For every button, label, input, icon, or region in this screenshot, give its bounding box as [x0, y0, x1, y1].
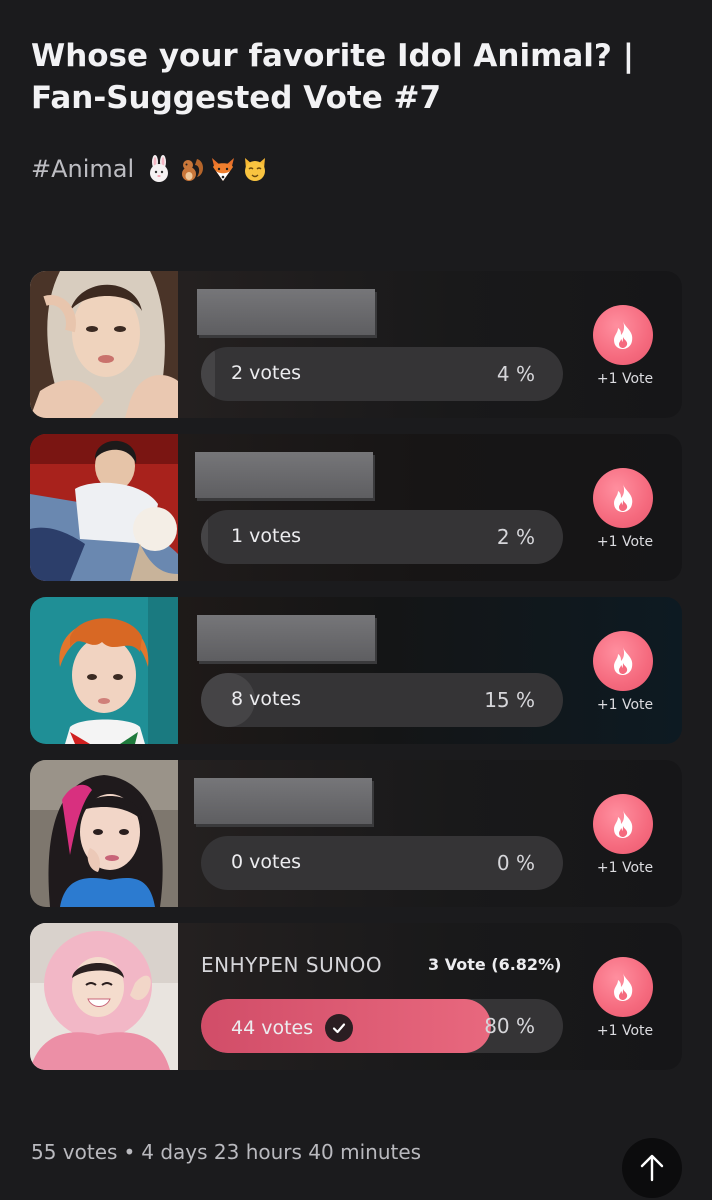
vote-button-label: +1 Vote	[596, 860, 654, 876]
vote-button-label: +1 Vote	[596, 697, 654, 713]
poll-tag-row: #Animal	[31, 154, 270, 184]
flame-icon	[614, 973, 633, 1001]
option-result-bar[interactable]: 44 votes 80 %	[201, 999, 563, 1053]
plus-one-vote-button[interactable]	[593, 631, 653, 691]
vote-button-label: +1 Vote	[596, 534, 654, 550]
poll-tag: #Animal	[31, 155, 135, 183]
plus-one-vote-button[interactable]	[593, 957, 653, 1017]
plus-one-vote-button[interactable]	[593, 794, 653, 854]
poll-option-card-selected: ENHYPEN SUNOO 3 Vote (6.82%) 44 votes 80…	[30, 923, 682, 1070]
redacted-idol-name	[195, 452, 373, 498]
squirrel-icon	[176, 154, 206, 184]
flame-icon	[614, 647, 633, 675]
idol-photo	[30, 434, 178, 581]
redacted-idol-name	[194, 778, 372, 824]
option-result-bar[interactable]: 1 votes 2 %	[201, 510, 563, 564]
option-percent: 4 %	[496, 362, 535, 386]
plus-one-vote-button[interactable]	[593, 468, 653, 528]
option-votes: 0 votes	[231, 851, 302, 873]
poll-option-card: 2 votes 4 % +1 Vote	[30, 271, 682, 418]
rabbit-icon	[144, 154, 174, 184]
option-votes: 44 votes	[231, 1017, 314, 1039]
separator: •	[123, 1140, 136, 1164]
flame-icon	[614, 810, 633, 838]
time-remaining: 4 days 23 hours 40 minutes	[141, 1140, 422, 1164]
cat-icon	[240, 154, 270, 184]
poll-option-card: 8 votes 15 % +1 Vote	[30, 597, 682, 744]
flame-icon	[614, 321, 633, 349]
option-votes: 8 votes	[231, 688, 302, 710]
poll-option-card: 1 votes 2 % +1 Vote	[30, 434, 682, 581]
option-result-bar[interactable]: 2 votes 4 %	[201, 347, 563, 401]
idol-photo	[30, 597, 178, 744]
my-vote-count: 3 Vote (6.82%)	[428, 955, 562, 974]
option-result-bar[interactable]: 8 votes 15 %	[201, 673, 563, 727]
option-percent: 80 %	[484, 1014, 535, 1038]
arrow-up-icon	[640, 1154, 664, 1182]
plus-one-vote-button[interactable]	[593, 305, 653, 365]
flame-icon	[614, 484, 633, 512]
idol-photo	[30, 923, 178, 1070]
option-percent: 2 %	[496, 525, 535, 549]
poll-option-card: 0 votes 0 % +1 Vote	[30, 760, 682, 907]
option-result-fill	[201, 347, 216, 401]
option-result-bar[interactable]: 0 votes 0 %	[201, 836, 563, 890]
scroll-to-top-button[interactable]	[622, 1138, 682, 1198]
poll-title: Whose your favorite Idol Animal? | Fan-S…	[31, 38, 635, 116]
option-votes: 1 votes	[231, 525, 302, 547]
option-result-fill	[201, 510, 209, 564]
redacted-idol-name	[197, 615, 375, 661]
idol-photo	[30, 760, 178, 907]
vote-button-label: +1 Vote	[596, 371, 654, 387]
vote-button-label: +1 Vote	[596, 1023, 654, 1039]
total-votes: 55 votes	[31, 1140, 118, 1164]
option-percent: 0 %	[496, 851, 535, 875]
option-percent: 15 %	[484, 688, 535, 712]
poll-footer: 55 votes • 4 days 23 hours 40 minutes	[31, 1140, 421, 1164]
redacted-idol-name	[197, 289, 375, 335]
option-votes: 2 votes	[231, 362, 302, 384]
idol-photo	[30, 271, 178, 418]
animal-emojis	[144, 154, 270, 184]
option-idol-name: ENHYPEN SUNOO	[201, 953, 383, 977]
fox-icon	[208, 154, 238, 184]
check-icon	[325, 1014, 354, 1042]
